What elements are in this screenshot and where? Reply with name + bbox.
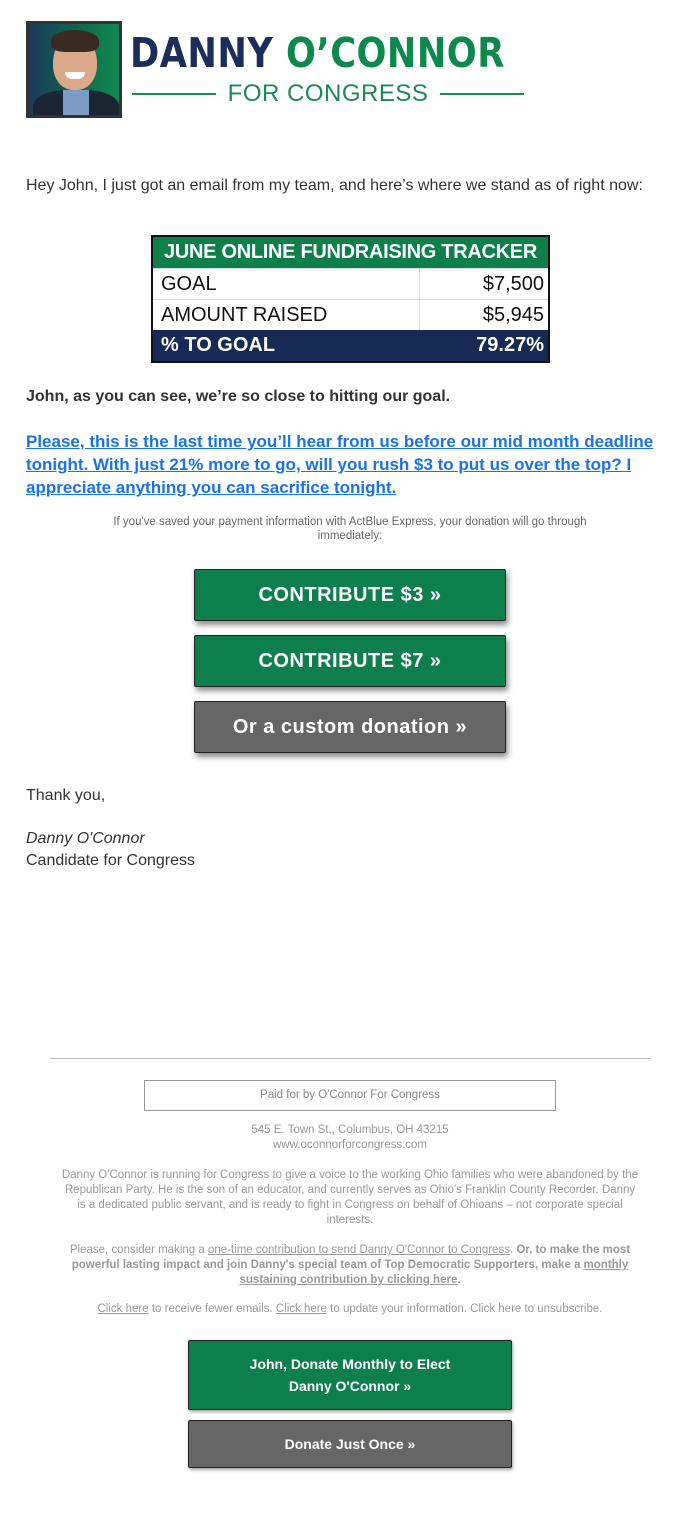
update-info-link[interactable]: Click here [276,1303,327,1315]
email-preferences: Click here to receive fewer emails. Clic… [60,1302,640,1317]
footer-address: 545 E. Town St., Columbus, OH 43215 [251,1124,449,1136]
tracker-row-percent: % TO GOAL 79.27% [153,330,548,361]
signature-name: Danny O'Connor [26,830,145,847]
logo-last-name: O’CONNOR [285,29,505,77]
fewer-emails-text: to receive fewer emails. [148,1303,276,1315]
logo-rule-right [440,93,524,95]
footer-bio: Danny O'Connor is running for Congress t… [61,1169,639,1226]
one-time-contribution-link[interactable]: one-time contribution to send Danny O'Co… [208,1244,510,1256]
tracker-label: AMOUNT RAISED [153,300,420,330]
signature-title: Candidate for Congress [26,852,195,869]
tracker-value: $7,500 [482,273,544,295]
tracker-total-label: % TO GOAL [161,334,276,356]
tracker-title: JUNE ONLINE FUNDRAISING TRACKER [153,237,548,268]
close-to-goal-text: John, as you can see, we’re so close to … [26,388,451,405]
headshot-shirt [63,90,89,115]
tracker-total-value: 79.27% [476,334,544,356]
tracker-label: GOAL [153,269,420,299]
fewer-emails-link[interactable]: Click here [98,1303,149,1315]
footer-divider [50,1058,650,1059]
candidate-headshot [26,21,122,118]
donate-once-button[interactable]: Donate Just Once » [188,1420,512,1468]
fundraising-tracker-table: JUNE ONLINE FUNDRAISING TRACKER GOAL $7,… [151,235,550,363]
logo-first-name: DANNY [130,29,274,77]
headshot-hair [51,30,99,52]
donate-monthly-line1: John, Donate Monthly to Elect [249,1356,451,1372]
custom-donation-button[interactable]: Or a custom donation » [194,701,506,753]
logo-subtitle: FOR CONGRESS [132,80,524,108]
logo-rule-left [132,93,216,95]
intro-paragraph: Hey John, I just got an email from my te… [26,177,643,194]
contribute-7-button[interactable]: CONTRIBUTE $7 » [194,635,506,687]
logo-subtitle-text: FOR CONGRESS [227,80,429,107]
thanks-text: Thank you, [26,787,106,804]
consider-prefix: Please, consider making a [69,1244,208,1256]
campaign-logo-header: DANNY O’CONNOR FOR CONGRESS [26,21,526,118]
update-unsubscribe-text: to update your information. Click here t… [326,1303,603,1315]
donation-ask-link[interactable]: Please, this is the last time you’ll hea… [26,430,674,499]
logo-wordmark: DANNY O’CONNOR [130,31,505,75]
donate-monthly-button[interactable]: John, Donate Monthly to Elect Danny O'Co… [188,1340,512,1410]
tracker-row-goal: GOAL $7,500 [153,268,548,299]
paid-for-disclaimer: Paid for by O'Connor For Congress [144,1080,556,1111]
donate-monthly-line2: Danny O'Connor » [288,1378,412,1394]
contribute-3-button[interactable]: CONTRIBUTE $3 » [194,569,506,621]
tracker-value: $5,945 [482,304,544,326]
actblue-express-note: If you've saved your payment information… [113,516,587,542]
tracker-row-raised: AMOUNT RAISED $5,945 [153,299,548,330]
bold-suffix: . [457,1274,461,1286]
footer-contribution-note: Please, consider making a one-time contr… [60,1243,640,1288]
footer-address-block: 545 E. Town St., Columbus, OH 43215 www.… [60,1123,640,1153]
footer-website: www.oconnorforcongress.com [272,1139,428,1151]
